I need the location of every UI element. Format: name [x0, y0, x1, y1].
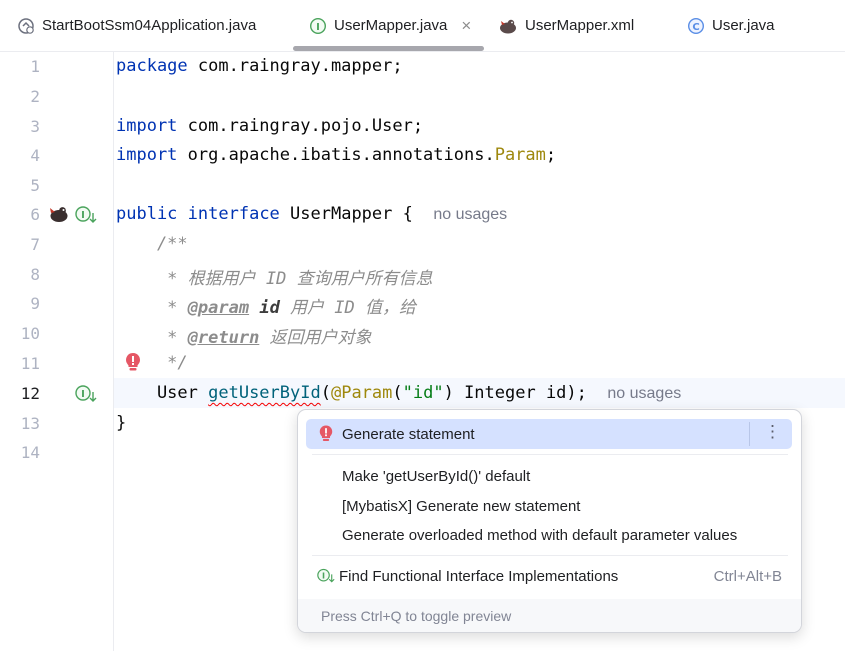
annotation-name: Param: [494, 145, 546, 165]
code-text: (: [320, 383, 331, 403]
spring-boot-icon: [17, 17, 35, 35]
tab-startbootssm04application[interactable]: StartBootSsm04Application.java: [17, 0, 256, 51]
popup-item-mybatisx-generate[interactable]: [MybatisX] Generate new statement: [306, 491, 792, 521]
keyword: package: [116, 56, 188, 76]
usages-hint[interactable]: no usages: [433, 206, 507, 223]
svg-text:I: I: [81, 389, 85, 400]
tab-label: User.java: [712, 17, 775, 34]
javadoc-tag: @param: [187, 298, 250, 318]
separator: [312, 454, 788, 455]
code-text: com.raingray.pojo.User;: [177, 116, 424, 136]
error-bulb-icon: [318, 424, 334, 447]
implemented-down-icon: I: [316, 567, 336, 589]
editor-tab-bar: StartBootSsm04Application.java I UserMap…: [0, 0, 845, 52]
line-number: 7: [30, 235, 40, 254]
line-number: 2: [30, 87, 40, 106]
implemented-down-icon[interactable]: I: [74, 383, 98, 405]
line-number-current: 12: [20, 384, 40, 403]
code-text: ) Integer id);: [443, 383, 587, 403]
line-number: 9: [30, 294, 40, 313]
code-text: User: [116, 383, 209, 403]
keyword: public: [116, 204, 178, 224]
line-number: 4: [30, 146, 40, 165]
popup-item-label: Generate overloaded method with default …: [342, 526, 738, 544]
line-number: 8: [30, 265, 40, 284]
more-vertical-icon[interactable]: ⋮: [764, 422, 781, 442]
code-line-6[interactable]: public interface UserMapper { no usages: [116, 204, 507, 224]
divider: [749, 422, 750, 446]
code-line-8[interactable]: * 根据用户 ID 查询用户所有信息: [116, 264, 432, 289]
tab-label: UserMapper.xml: [525, 17, 635, 34]
tab-label: StartBootSsm04Application.java: [42, 17, 257, 34]
annotation-name: @Param: [330, 383, 393, 403]
code-line-3[interactable]: import com.raingray.pojo.User;: [116, 116, 423, 136]
method-name-error[interactable]: getUserById: [208, 383, 321, 403]
code-line-7[interactable]: /**: [116, 234, 188, 254]
popup-item-label: Find Functional Interface Implementation…: [339, 567, 619, 585]
code-line-10[interactable]: * @return 返回用户对象: [116, 323, 372, 348]
usages-hint[interactable]: no usages: [607, 385, 681, 402]
line-number: 5: [30, 176, 40, 195]
mybatis-bird-icon: [498, 17, 518, 35]
tab-user-java[interactable]: C User.java: [687, 0, 775, 51]
shortcut-label: Ctrl+Alt+B: [713, 567, 782, 585]
mybatis-bird-icon[interactable]: [48, 204, 70, 224]
editor-gutter: [0, 52, 114, 651]
separator: [312, 555, 788, 556]
code-line-4[interactable]: import org.apache.ibatis.annotations.Par…: [116, 145, 556, 165]
tab-usermapper-xml[interactable]: UserMapper.xml: [498, 0, 634, 51]
code-text: (: [392, 383, 403, 403]
line-number: 3: [30, 117, 40, 136]
code-line-9[interactable]: * @param id 用户 ID 值，给: [116, 293, 416, 318]
popup-item-label: Generate statement: [342, 425, 475, 443]
popup-item-label: [MybatisX] Generate new statement: [342, 497, 581, 515]
active-tab-indicator: [293, 46, 485, 51]
svg-text:C: C: [692, 22, 699, 33]
javadoc-tag: @return: [187, 328, 260, 348]
keyword: interface: [187, 204, 280, 224]
svg-text:I: I: [81, 210, 85, 221]
svg-text:I: I: [316, 22, 320, 33]
line-number: 11: [20, 354, 40, 373]
popup-item-label: Make 'getUserById()' default: [342, 467, 531, 485]
tab-usermapper-java[interactable]: I UserMapper.java ×: [293, 0, 485, 51]
string-literal: "id": [402, 383, 444, 403]
implemented-down-icon[interactable]: I: [74, 204, 98, 226]
code-line-13[interactable]: }: [116, 413, 126, 433]
code-text: UserMapper {: [279, 204, 413, 224]
comment-text: *: [116, 328, 188, 348]
comment-text: *: [116, 298, 188, 318]
footer-hint: Press Ctrl+Q to toggle preview: [321, 607, 512, 624]
comment-text: 返回用户对象: [259, 328, 372, 348]
svg-text:I: I: [322, 570, 325, 580]
popup-footer: Press Ctrl+Q to toggle preview: [298, 599, 801, 632]
keyword: import: [116, 116, 178, 136]
comment-text: 用户 ID 值，给: [279, 298, 416, 318]
line-number: 13: [20, 414, 40, 433]
popup-item-find-implementations[interactable]: I Find Functional Interface Implementati…: [306, 561, 792, 591]
javadoc-param-name: id: [259, 298, 280, 318]
popup-item-generate-overloaded[interactable]: Generate overloaded method with default …: [306, 520, 792, 550]
interface-icon: I: [309, 17, 327, 35]
code-text: org.apache.ibatis.annotations.: [177, 145, 495, 165]
code-line-1[interactable]: package com.raingray.mapper;: [116, 56, 403, 76]
popup-item-generate-statement[interactable]: Generate statement ⋮: [306, 419, 792, 449]
line-number: 1: [30, 57, 40, 76]
code-line-11[interactable]: */: [116, 353, 187, 373]
code-line-12[interactable]: User getUserById(@Param("id") Integer id…: [116, 383, 681, 403]
close-icon[interactable]: ×: [461, 16, 471, 36]
class-icon: C: [687, 17, 705, 35]
line-number: 10: [20, 324, 40, 343]
line-number: 6: [30, 205, 40, 224]
intention-actions-popup: Generate statement ⋮ Make 'getUserById()…: [297, 409, 802, 633]
tab-label: UserMapper.java: [334, 17, 448, 34]
popup-item-make-default[interactable]: Make 'getUserById()' default: [306, 461, 792, 491]
line-number: 14: [20, 443, 40, 462]
code-text: ;: [545, 145, 557, 165]
code-text: com.raingray.mapper;: [187, 56, 403, 76]
keyword: import: [116, 145, 178, 165]
